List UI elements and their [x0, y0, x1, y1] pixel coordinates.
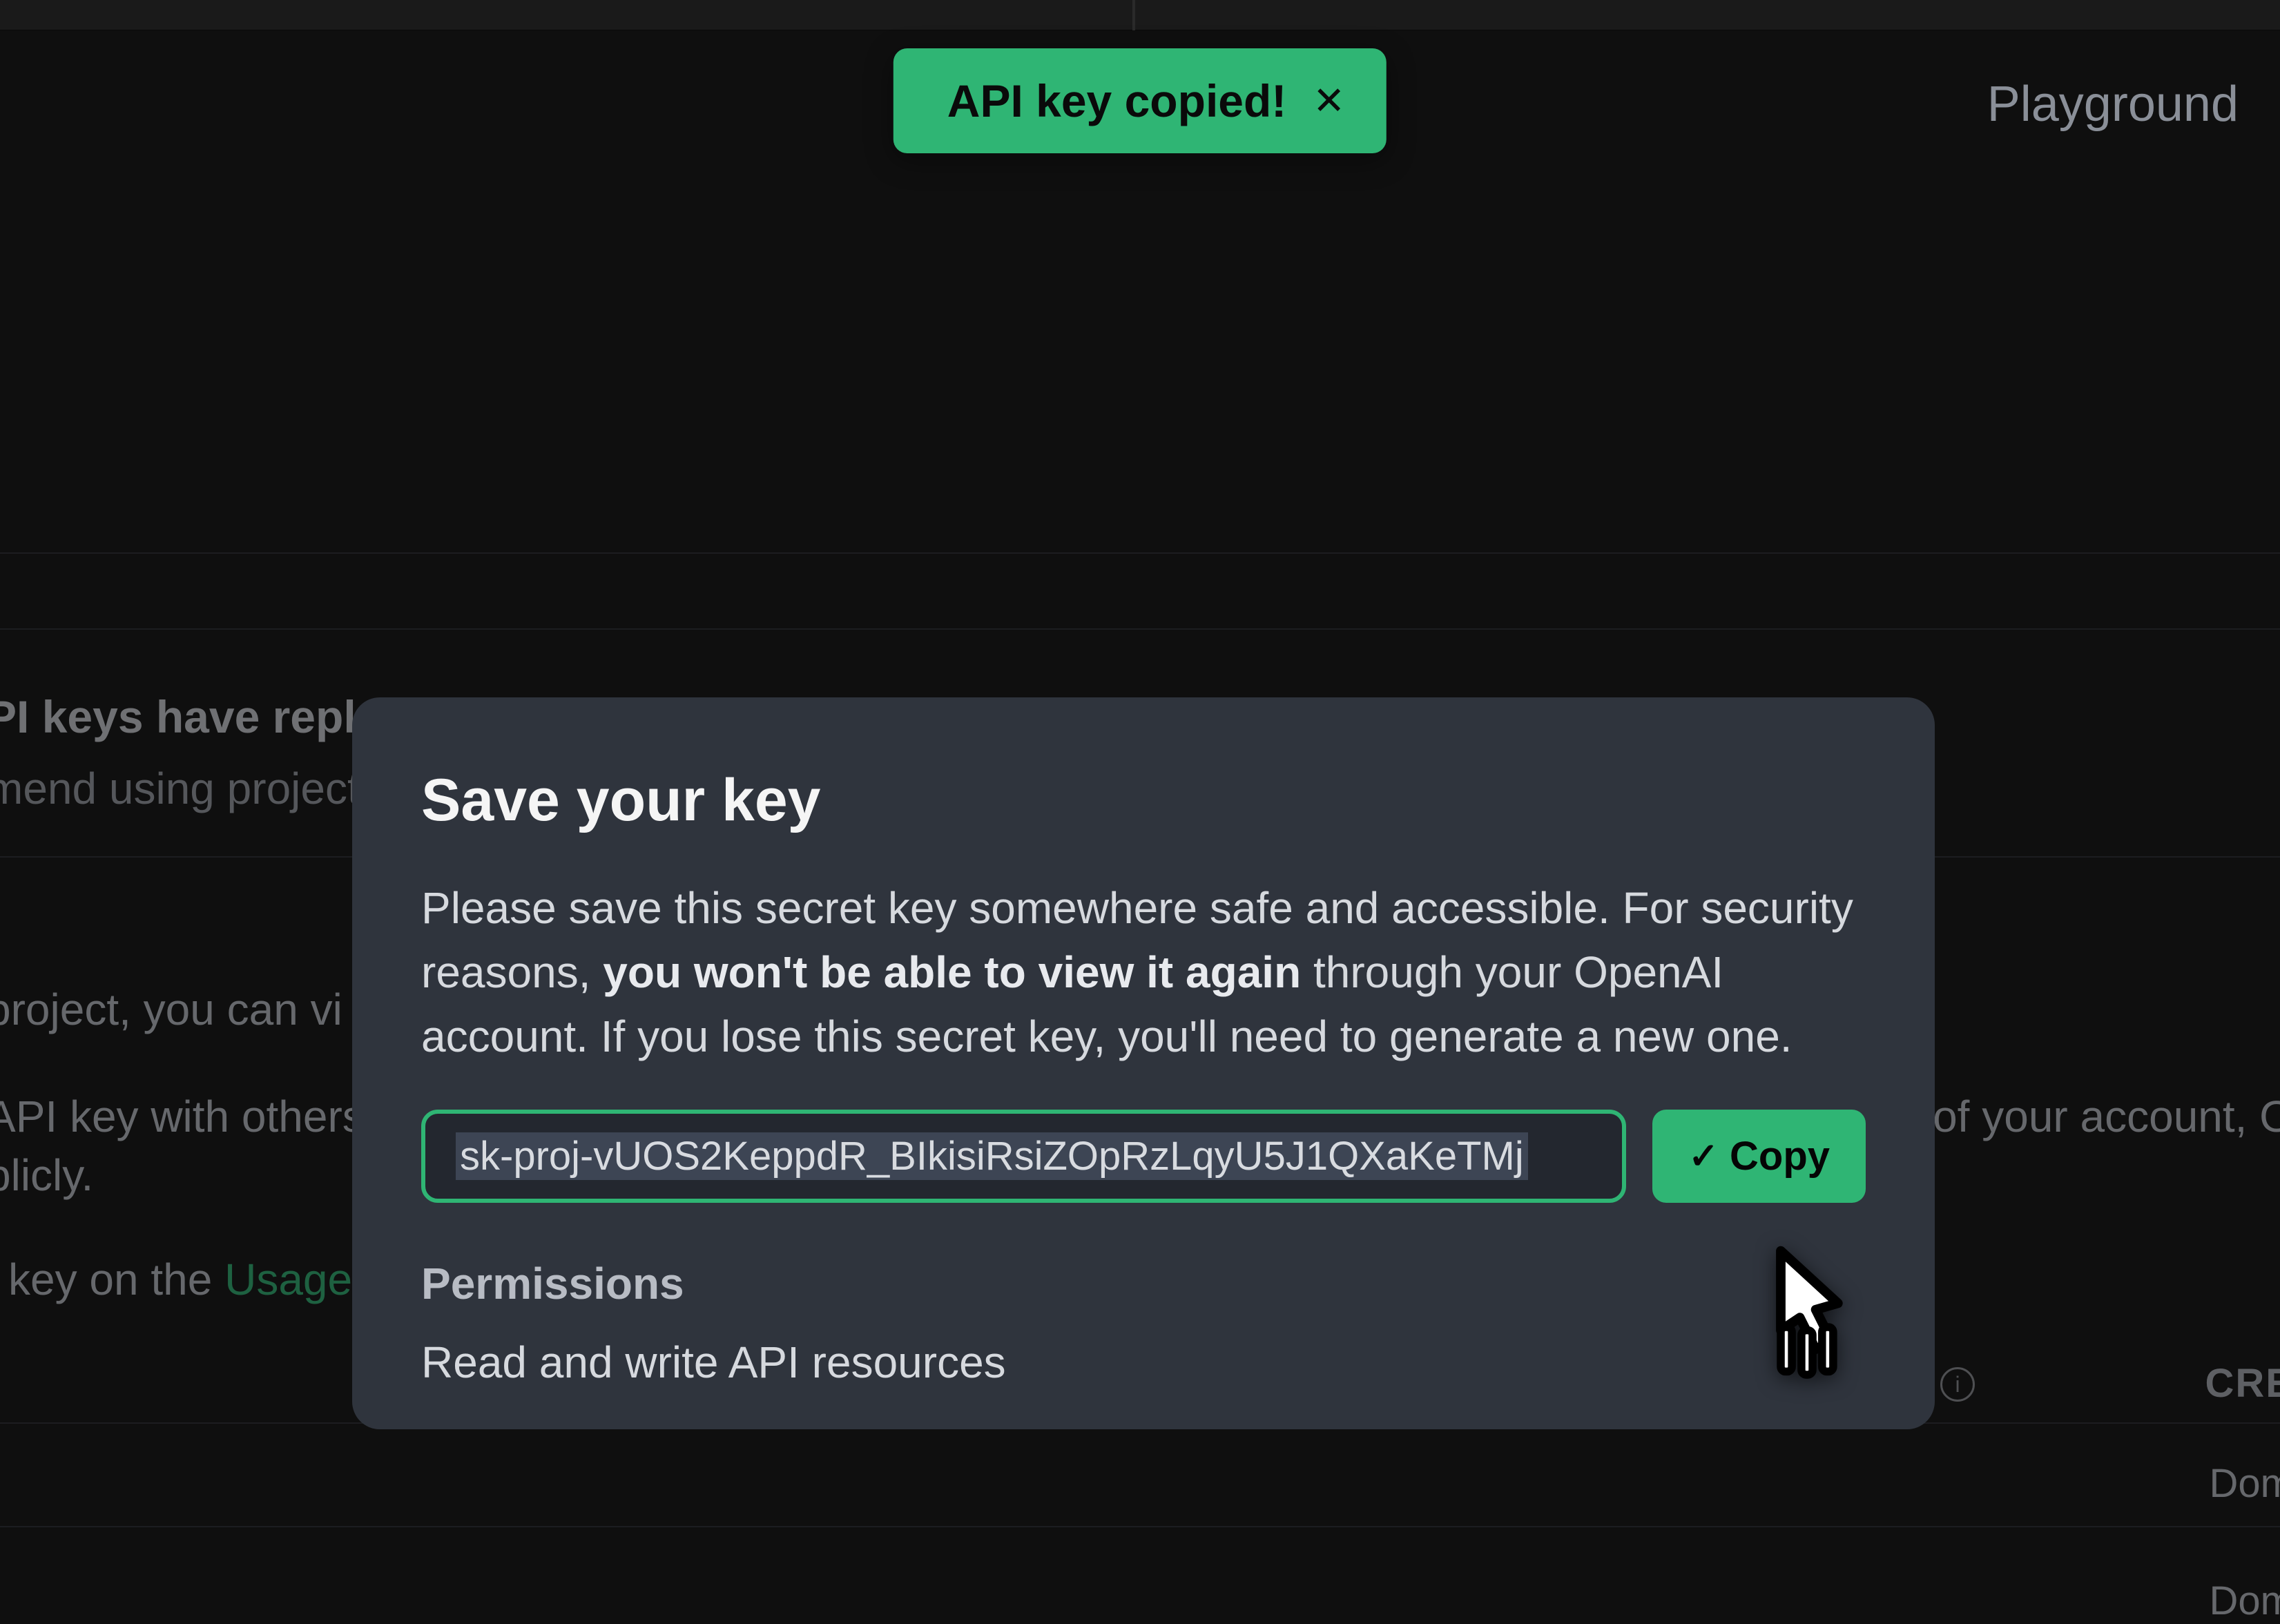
close-icon[interactable]: ✕: [1313, 81, 1345, 120]
usage-link[interactable]: Usage: [224, 1255, 352, 1304]
save-key-modal: Save your key Please save this secret ke…: [352, 697, 1935, 1429]
check-icon: ✓: [1688, 1136, 1719, 1177]
permissions-body: Read and write API resources: [421, 1337, 1866, 1388]
top-bar: [0, 0, 2280, 30]
modal-title: Save your key: [421, 766, 1866, 835]
toast-message: API key copied!: [947, 75, 1287, 127]
bg-text: API key with others,: [0, 1091, 377, 1142]
copy-button[interactable]: ✓ Copy: [1652, 1110, 1866, 1203]
topbar-divider: [1132, 0, 1135, 30]
nav-playground[interactable]: Playground: [1987, 76, 2239, 133]
bg-text: blicly.: [0, 1150, 93, 1201]
table-column-header: CRE: [2205, 1360, 2280, 1406]
api-key-value: sk-proj-vUOS2KeppdR_BIkisiRsiZOpRzLqyU5J…: [456, 1132, 1528, 1180]
divider: [0, 1526, 2280, 1527]
api-key-field[interactable]: sk-proj-vUOS2KeppdR_BIkisiRsiZOpRzLqyU5J…: [421, 1110, 1626, 1203]
toast-notification: API key copied! ✕: [893, 48, 1387, 153]
permissions-heading: Permissions: [421, 1258, 1866, 1309]
info-icon[interactable]: i: [1940, 1367, 1975, 1402]
bg-text: l key on the Usage: [0, 1254, 352, 1305]
key-row: sk-proj-vUOS2KeppdR_BIkisiRsiZOpRzLqyU5J…: [421, 1110, 1866, 1203]
modal-body-bold: you won't be able to view it again: [603, 947, 1301, 997]
usage-prefix: l key on the: [0, 1255, 224, 1304]
bg-text: of your account, O: [1933, 1091, 2280, 1142]
copy-label: Copy: [1730, 1133, 1830, 1179]
bg-text: project, you can vi: [0, 984, 342, 1035]
table-row: Dom: [2210, 1460, 2280, 1507]
divider: [0, 628, 2280, 630]
modal-body: Please save this secret key somewhere sa…: [421, 876, 1866, 1068]
divider: [0, 552, 2280, 554]
table-row: Dom: [2210, 1578, 2280, 1624]
